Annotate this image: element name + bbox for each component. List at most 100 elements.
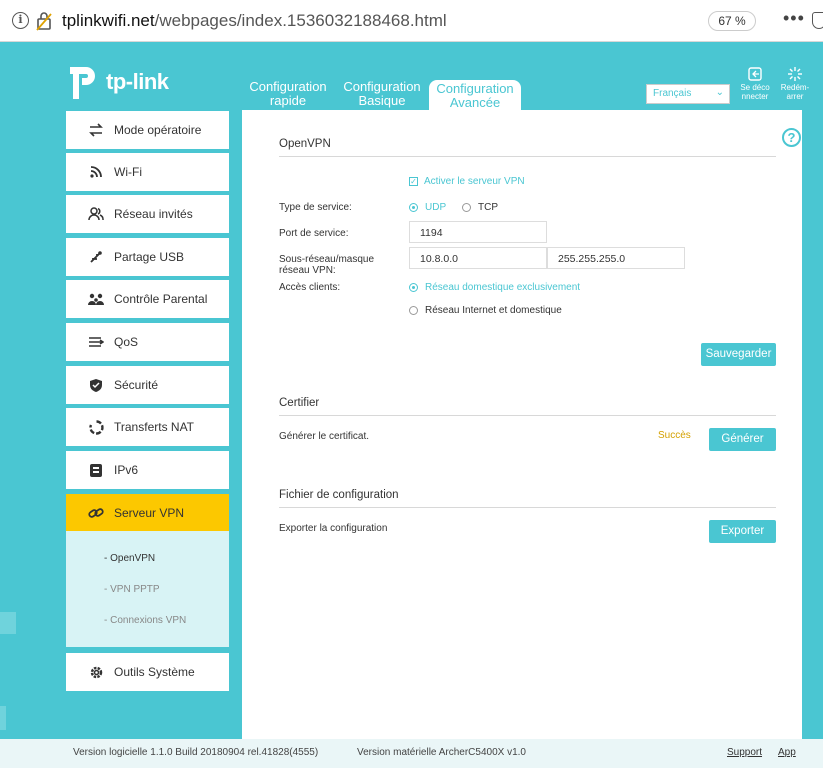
url-path: /webpages/index.1536032188468.html [154, 11, 447, 30]
sidebar-item-label: Réseau invités [114, 207, 193, 221]
firmware-version: Version logicielle 1.1.0 Build 20180904 … [73, 747, 319, 758]
info-icon[interactable]: i [12, 12, 29, 29]
usb-icon [88, 249, 104, 265]
link-icon [88, 505, 104, 521]
sidebar-item-guest-network[interactable]: Réseau invités [66, 195, 229, 233]
chevron-down-icon: ⌄ [715, 87, 724, 98]
netmask-input[interactable]: 255.255.255.0 [547, 247, 685, 269]
sidebar-item-label: IPv6 [114, 463, 139, 477]
openvpn-title: OpenVPN [279, 138, 331, 150]
subnet-label: Sous-réseau/masque réseau VPN: [279, 254, 374, 276]
gear-icon [88, 664, 104, 680]
sidebar-item-label: Transferts NAT [114, 420, 195, 434]
language-select[interactable]: Français ⌄ [646, 84, 730, 104]
home-network-only-label: Réseau domestique exclusivement [425, 282, 581, 293]
cert-status: Succès [658, 430, 691, 441]
page-actions-icon[interactable]: ••• [783, 8, 805, 29]
save-button[interactable]: Sauvegarder [701, 343, 776, 366]
submenu-item-pptp[interactable]: - VPN PPTP [104, 584, 160, 595]
tab-label: rapide [269, 93, 307, 108]
reboot-button[interactable]: Redém- arrer [775, 67, 815, 101]
tab-label: Configuration [436, 81, 514, 96]
url-text[interactable]: tplinkwifi.net/webpages/index.1536032188… [62, 11, 447, 31]
logo-text: tp-link [106, 69, 169, 94]
sidebar-item-usb-sharing[interactable]: Partage USB [66, 238, 229, 276]
family-icon [88, 291, 104, 307]
sidebar-item-parental-control[interactable]: Contrôle Parental [66, 280, 229, 318]
submenu-item-openvpn[interactable]: - OpenVPN [104, 553, 155, 564]
export-config-label: Exporter la configuration [279, 523, 388, 534]
udp-radio[interactable]: UDP [409, 202, 446, 213]
sidebar-item-operation-mode[interactable]: Mode opératoire [66, 111, 229, 149]
main-content: ? OpenVPN ✓ Activer le serveur VPN Type … [242, 110, 802, 740]
tab-label: Configuration [343, 79, 421, 94]
generate-cert-label: Générer le certificat. [279, 431, 370, 442]
sidebar-item-ipv6[interactable]: IPv6 [66, 451, 229, 489]
sidebar-item-label: Outils Système [114, 665, 195, 679]
enable-vpn-label: Activer le serveur VPN [424, 176, 525, 187]
section-divider [279, 156, 776, 157]
sidebar-item-label: Sécurité [114, 378, 159, 392]
sidebar-item-label: QoS [114, 335, 139, 349]
decorative-pattern [0, 706, 6, 730]
sidebar-item-nat-forwarding[interactable]: Transferts NAT [66, 408, 229, 446]
subnet-label-line: réseau VPN: [279, 265, 336, 276]
generate-button[interactable]: Générer [709, 428, 776, 451]
tp-link-logo[interactable]: tp-link [66, 62, 169, 102]
reboot-icon [788, 67, 802, 81]
tcp-label: TCP [478, 202, 498, 213]
sidebar-item-system-tools[interactable]: Outils Système [66, 653, 229, 691]
reboot-label: arrer [786, 92, 804, 101]
internet-and-home-label: Réseau Internet et domestique [425, 305, 562, 316]
sidebar-item-qos[interactable]: QoS [66, 323, 229, 361]
subnet-input[interactable]: 10.8.0.0 [409, 247, 547, 269]
sidebar-item-security[interactable]: Sécurité [66, 366, 229, 404]
app-link[interactable]: App [778, 747, 796, 758]
sidebar-item-label: Mode opératoire [114, 123, 202, 137]
guests-icon [88, 206, 104, 222]
vpn-submenu: - OpenVPN - VPN PPTP - Connexions VPN [66, 531, 229, 647]
radio-unselected-icon [409, 306, 418, 315]
logout-button[interactable]: Se déco nnecter [735, 67, 775, 101]
qos-icon [88, 334, 104, 350]
sidebar-item-wifi[interactable]: Wi-Fi [66, 153, 229, 191]
home-network-only-radio[interactable]: Réseau domestique exclusivement [409, 282, 580, 293]
tab-advanced[interactable]: Configuration Avancée [429, 80, 521, 110]
tab-basic[interactable]: Configuration Basique [336, 80, 428, 110]
sidebar-item-label: Serveur VPN [114, 506, 185, 520]
certifier-title: Certifier [279, 397, 320, 409]
section-divider [279, 415, 776, 416]
logout-label: nnecter [741, 92, 769, 101]
support-link[interactable]: Support [727, 747, 762, 758]
reboot-label: Redém- [780, 83, 810, 92]
udp-label: UDP [425, 202, 447, 213]
decorative-pattern [0, 612, 16, 634]
radio-selected-icon [409, 283, 418, 292]
zoom-level[interactable]: 67 % [708, 11, 756, 31]
port-label: Port de service: [279, 228, 349, 239]
browser-address-bar: i tplinkwifi.net/webpages/index.15360321… [0, 0, 823, 42]
url-host: tplinkwifi.net [62, 11, 155, 30]
logout-icon [748, 67, 762, 81]
sidebar-item-label: Wi-Fi [114, 165, 142, 179]
export-button[interactable]: Exporter [709, 520, 776, 543]
submenu-item-vpn-connections[interactable]: - Connexions VPN [104, 615, 186, 626]
enable-vpn-checkbox[interactable]: ✓ Activer le serveur VPN [409, 176, 525, 187]
client-access-label: Accès clients: [279, 282, 341, 293]
config-file-title: Fichier de configuration [279, 489, 399, 501]
insecure-lock-icon[interactable] [36, 11, 52, 31]
internet-and-home-radio[interactable]: Réseau Internet et domestique [409, 305, 562, 316]
sidebar-item-label: Partage USB [114, 250, 185, 264]
sidebar-item-label: Contrôle Parental [114, 292, 208, 306]
section-divider [279, 507, 776, 508]
radio-unselected-icon [462, 203, 471, 212]
tab-quick-setup[interactable]: Configuration rapide [242, 80, 334, 110]
tracking-shield-icon[interactable] [812, 12, 823, 29]
logout-label: Se déco [740, 83, 770, 92]
tab-label: Basique [358, 93, 406, 108]
port-input[interactable]: 1194 [409, 221, 547, 243]
sidebar-item-vpn-server[interactable]: Serveur VPN [66, 494, 229, 532]
tcp-radio[interactable]: TCP [462, 202, 498, 213]
help-icon[interactable]: ? [782, 128, 801, 147]
shield-icon [88, 377, 104, 393]
